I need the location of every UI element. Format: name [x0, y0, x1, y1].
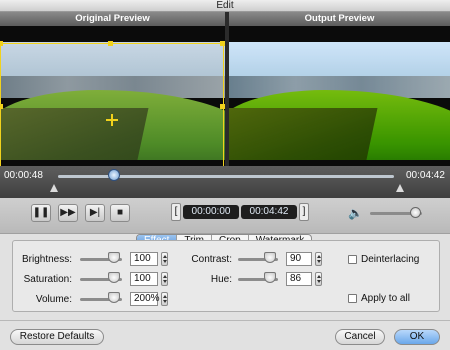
- crop-center-icon: [106, 114, 118, 126]
- set-start-button[interactable]: [: [171, 203, 181, 221]
- trim-end-marker[interactable]: [396, 184, 404, 192]
- output-preview-header: Output Preview: [229, 12, 450, 26]
- pause-icon: ❚❚: [32, 207, 50, 218]
- cancel-button[interactable]: Cancel: [335, 329, 385, 345]
- timeline-scrubber[interactable]: [108, 169, 121, 181]
- end-time-field[interactable]: 00:04:42: [241, 205, 297, 219]
- edit-window: Edit Original Preview Output Preview 00:…: [0, 0, 450, 350]
- original-preview-header: Original Preview: [0, 12, 225, 26]
- saturation-label: Saturation:: [23, 274, 72, 285]
- output-video-frame: [229, 42, 450, 160]
- hue-input[interactable]: 86: [286, 272, 312, 286]
- apply-to-all-label: Apply to all: [361, 293, 410, 304]
- start-time-field[interactable]: 00:00:00: [183, 205, 239, 219]
- crop-selection-box[interactable]: [0, 43, 224, 166]
- next-frame-icon: ▶|: [89, 207, 101, 218]
- volume-label: Volume:: [35, 294, 72, 305]
- original-preview[interactable]: [0, 26, 225, 166]
- timeline-bar: 00:00:48 00:04:42: [0, 166, 450, 198]
- pause-button[interactable]: ❚❚: [31, 204, 51, 222]
- ok-button[interactable]: OK: [394, 329, 440, 345]
- apply-to-all-checkbox[interactable]: [348, 294, 357, 303]
- hue-stepper[interactable]: [315, 272, 322, 286]
- footer-divider: [0, 320, 450, 321]
- speaker-icon: 🔈: [348, 206, 363, 220]
- contrast-stepper[interactable]: [315, 252, 322, 266]
- next-frame-button[interactable]: ▶|: [85, 204, 105, 222]
- fast-forward-icon: ▶▶: [60, 207, 76, 218]
- contrast-label: Contrast:: [191, 254, 232, 265]
- brightness-label: Brightness:: [21, 254, 72, 265]
- contrast-input[interactable]: 90: [286, 252, 312, 266]
- deinterlacing-checkbox[interactable]: [348, 255, 357, 264]
- playback-controls: ❚❚ ▶▶ ▶| ■ [ 00:00:00 00:04:42 ] 🔈: [0, 198, 450, 234]
- current-time: 00:00:48: [4, 170, 43, 181]
- set-end-button[interactable]: ]: [299, 203, 309, 221]
- crop-handle[interactable]: [108, 41, 113, 46]
- output-preview: [229, 26, 450, 166]
- crop-handle[interactable]: [0, 104, 3, 109]
- brightness-stepper[interactable]: [161, 252, 168, 266]
- restore-defaults-button[interactable]: Restore Defaults: [10, 329, 104, 345]
- volume-slider-knob[interactable]: [410, 207, 421, 218]
- fast-forward-button[interactable]: ▶▶: [58, 204, 78, 222]
- hue-label: Hue:: [210, 274, 232, 285]
- stop-icon: ■: [116, 207, 124, 218]
- trim-start-marker[interactable]: [50, 184, 58, 192]
- window-title: Edit: [0, 0, 450, 12]
- total-time: 00:04:42: [406, 170, 445, 181]
- deinterlacing-label: Deinterlacing: [361, 254, 420, 265]
- brightness-input[interactable]: 100: [130, 252, 158, 266]
- volume-stepper[interactable]: [161, 292, 168, 306]
- saturation-input[interactable]: 100: [130, 272, 158, 286]
- saturation-stepper[interactable]: [161, 272, 168, 286]
- stop-button[interactable]: ■: [110, 204, 130, 222]
- crop-handle[interactable]: [0, 41, 3, 46]
- volume-input[interactable]: 200%: [130, 292, 160, 306]
